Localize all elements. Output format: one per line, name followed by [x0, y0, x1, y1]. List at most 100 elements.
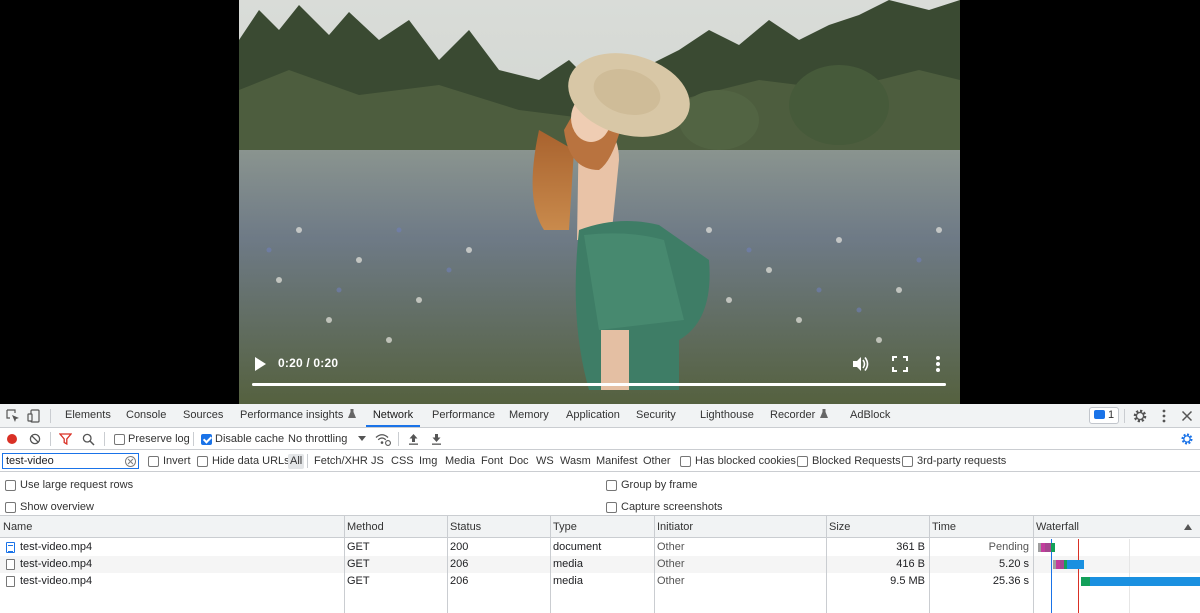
filter-type-img[interactable]: Img	[417, 454, 439, 469]
tab-network[interactable]: Network	[366, 404, 420, 427]
column-divider[interactable]	[929, 516, 930, 613]
request-size: 9.5 MB	[890, 575, 925, 587]
filter-type-wasm[interactable]: Wasm	[558, 454, 593, 469]
device-toolbar-icon[interactable]	[26, 408, 42, 424]
video-frame[interactable]: 0:20 / 0:20	[239, 0, 960, 404]
hide-data-urls-checkbox[interactable]	[197, 456, 208, 467]
capture-screenshots-checkbox[interactable]	[606, 502, 617, 513]
column-divider[interactable]	[447, 516, 448, 613]
tab-performance[interactable]: Performance	[432, 404, 495, 427]
request-initiator: Other	[657, 575, 685, 587]
filter-type-media[interactable]: Media	[443, 454, 477, 469]
filter-type-manifest[interactable]: Manifest	[594, 454, 640, 469]
toolbar-divider	[307, 454, 308, 468]
disable-cache-label: Disable cache	[215, 433, 285, 445]
filter-type-all[interactable]: All	[288, 454, 305, 469]
tab-memory[interactable]: Memory	[509, 404, 549, 427]
filter-type-doc[interactable]: Doc	[507, 454, 531, 469]
filter-funnel-icon[interactable]	[59, 433, 72, 445]
tab-sources[interactable]: Sources	[183, 404, 223, 427]
column-divider[interactable]	[826, 516, 827, 613]
column-divider[interactable]	[1033, 516, 1034, 613]
more-options-button[interactable]	[931, 354, 945, 374]
column-header-method[interactable]: Method	[344, 516, 447, 538]
tab-security[interactable]: Security	[636, 404, 676, 427]
disable-cache-checkbox[interactable]	[201, 434, 212, 445]
filter-type-css[interactable]: CSS	[389, 454, 416, 469]
import-har-icon[interactable]	[408, 433, 419, 445]
table-row[interactable]: test-video.mp4 GET 206 media Other 9.5 M…	[0, 573, 1200, 590]
group-by-frame-checkbox[interactable]	[606, 480, 617, 491]
video-still-image	[239, 0, 960, 404]
blocked-requests-checkbox[interactable]	[797, 456, 808, 467]
has-blocked-cookies-label: Has blocked cookies	[695, 455, 796, 467]
request-name: test-video.mp4	[20, 575, 93, 587]
column-header-type[interactable]: Type	[550, 516, 654, 538]
filter-input[interactable]	[2, 453, 139, 469]
has-blocked-cookies-checkbox[interactable]	[680, 456, 691, 467]
volume-icon	[853, 357, 869, 371]
search-icon[interactable]	[82, 433, 95, 446]
column-header-size[interactable]: Size	[826, 516, 929, 538]
table-row[interactable]: test-video.mp4 GET 200 document Other 36…	[0, 539, 1200, 556]
tab-performance-insights[interactable]: Performance insights	[240, 404, 357, 427]
column-divider[interactable]	[654, 516, 655, 613]
group-by-frame-label: Group by frame	[621, 479, 698, 491]
network-settings-pane: Use large request rows Show overview Gro…	[0, 472, 1200, 516]
tab-elements[interactable]: Elements	[65, 404, 111, 427]
table-row[interactable]: test-video.mp4 GET 206 media Other 416 B…	[0, 556, 1200, 573]
capture-screenshots-label: Capture screenshots	[621, 501, 723, 513]
inspect-element-icon[interactable]	[5, 408, 21, 424]
volume-button[interactable]	[850, 354, 870, 374]
filter-bar: Invert Hide data URLs All Fetch/XHR JS C…	[0, 450, 1200, 472]
column-header-name[interactable]: Name	[0, 516, 344, 538]
throttling-select[interactable]: No throttling	[288, 433, 368, 445]
third-party-requests-checkbox[interactable]	[902, 456, 913, 467]
filter-type-ws[interactable]: WS	[534, 454, 556, 469]
column-divider[interactable]	[344, 516, 345, 613]
third-party-requests-label: 3rd-party requests	[917, 455, 1007, 467]
blocked-requests-label: Blocked Requests	[812, 455, 901, 467]
tab-console[interactable]: Console	[126, 404, 166, 427]
export-har-icon[interactable]	[431, 433, 442, 445]
filter-type-other[interactable]: Other	[641, 454, 673, 469]
devtools-panel: Elements Console Sources Performance ins…	[0, 404, 1200, 613]
close-devtools-icon[interactable]	[1179, 408, 1195, 424]
request-name: test-video.mp4	[20, 558, 93, 570]
record-stop-icon[interactable]	[6, 433, 18, 445]
preserve-log-checkbox[interactable]	[114, 434, 125, 445]
clear-filter-icon[interactable]	[125, 456, 136, 467]
fullscreen-button[interactable]	[891, 355, 909, 373]
issues-counter-button[interactable]: 1	[1089, 407, 1119, 424]
issue-message-icon	[1094, 410, 1105, 419]
more-options-icon[interactable]	[1156, 408, 1172, 424]
preserve-log-label: Preserve log	[128, 433, 190, 445]
video-progress-bar[interactable]	[252, 383, 946, 386]
tab-lighthouse[interactable]: Lighthouse	[700, 404, 754, 427]
tab-application[interactable]: Application	[566, 404, 620, 427]
toolbar-divider	[50, 409, 51, 423]
table-header: Name Method Status Type Initiator Size T…	[0, 516, 1200, 538]
show-overview-checkbox[interactable]	[5, 502, 16, 513]
filter-type-js[interactable]: JS	[369, 454, 386, 469]
column-header-time[interactable]: Time	[929, 516, 1033, 538]
request-name: test-video.mp4	[20, 541, 93, 553]
filter-type-font[interactable]: Font	[479, 454, 505, 469]
large-request-rows-checkbox[interactable]	[5, 480, 16, 491]
column-divider[interactable]	[550, 516, 551, 613]
tab-recorder[interactable]: Recorder	[770, 404, 829, 427]
settings-gear-icon[interactable]	[1132, 408, 1148, 424]
invert-checkbox[interactable]	[148, 456, 159, 467]
column-header-status[interactable]: Status	[447, 516, 550, 538]
hide-data-urls-label: Hide data URLs	[212, 455, 290, 467]
invert-label: Invert	[163, 455, 191, 467]
column-header-waterfall[interactable]: Waterfall	[1033, 516, 1200, 538]
filter-type-fetch-xhr[interactable]: Fetch/XHR	[312, 454, 370, 469]
play-button[interactable]	[251, 354, 269, 374]
request-type: media	[553, 558, 583, 570]
tab-adblock[interactable]: AdBlock	[850, 404, 890, 427]
network-settings-gear-icon[interactable]	[1180, 432, 1194, 446]
clear-icon[interactable]	[29, 433, 41, 445]
network-conditions-wifi-icon[interactable]	[375, 433, 391, 446]
column-header-initiator[interactable]: Initiator	[654, 516, 826, 538]
